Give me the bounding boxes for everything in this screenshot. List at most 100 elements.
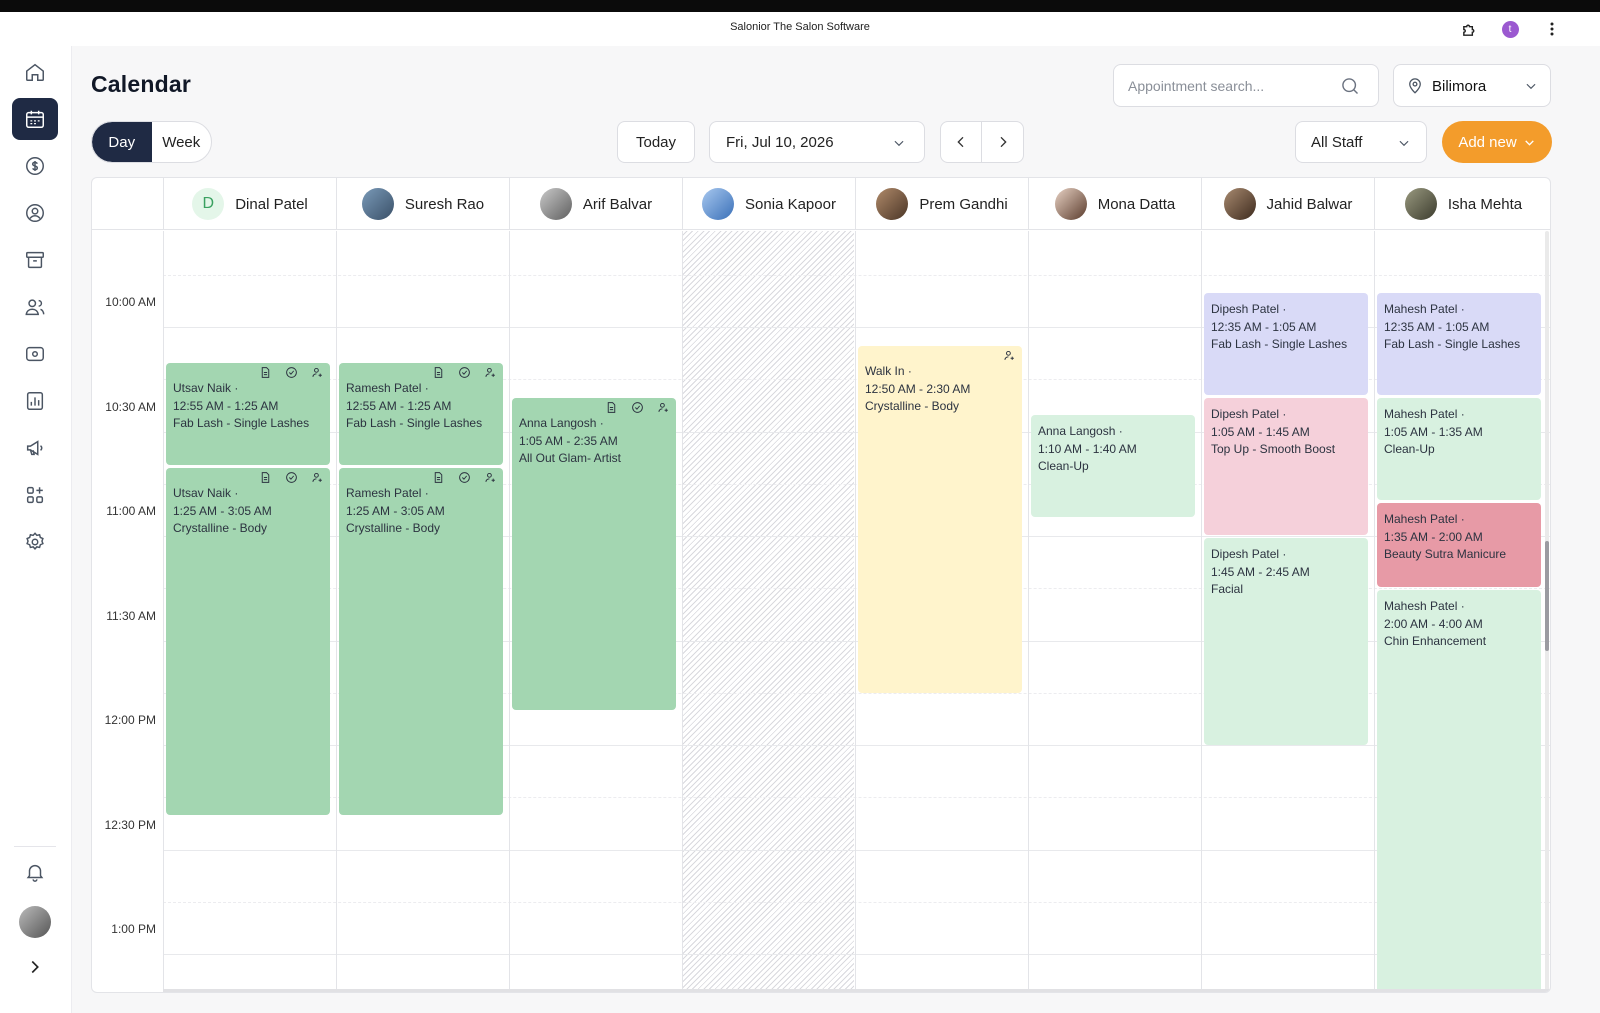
note-icon[interactable]: [259, 366, 272, 379]
appointment-service: Clean-Up: [1038, 459, 1089, 473]
archive-icon[interactable]: [12, 239, 58, 281]
settings-icon[interactable]: [12, 521, 58, 563]
dollar-icon[interactable]: [12, 145, 58, 187]
check-circle-icon[interactable]: [458, 366, 471, 379]
view-toggle: Day Week: [91, 121, 212, 163]
appointment-service: Fab Lash - Single Lashes: [1211, 337, 1348, 351]
previous-day-button[interactable]: [941, 122, 983, 162]
appointment-card[interactable]: Anna Langosh · 1:05 AM - 2:35 AM All Out…: [512, 398, 676, 710]
staff-header-mona-datta[interactable]: Mona Datta: [1028, 178, 1201, 230]
appointment-time: 1:05 AM - 2:35 AM: [519, 433, 618, 448]
column-divider: [1201, 231, 1202, 992]
more-menu-icon[interactable]: [1541, 18, 1563, 40]
staff-header-jahid-balwar[interactable]: Jahid Balwar: [1201, 178, 1374, 230]
view-week-button[interactable]: Week: [152, 122, 212, 162]
appointment-client: Ramesh Patel ·: [346, 381, 429, 395]
profile-avatar[interactable]: t: [1499, 18, 1521, 40]
appointment-card[interactable]: Ramesh Patel · 12:55 AM - 1:25 AM Fab La…: [339, 363, 503, 465]
appointment-card[interactable]: Utsav Naik · 1:25 AM - 3:05 AM Crystalli…: [166, 468, 330, 815]
time-label: 10:30 AM: [105, 400, 156, 414]
user-assign-icon[interactable]: [484, 471, 497, 484]
staff-filter[interactable]: All Staff: [1295, 121, 1427, 163]
user-assign-icon[interactable]: [1003, 349, 1016, 362]
staff-name: Suresh Rao: [404, 195, 485, 213]
time-label: 11:00 AM: [106, 504, 156, 518]
appointment-card[interactable]: Ramesh Patel · 1:25 AM - 3:05 AM Crystal…: [339, 468, 503, 815]
cash-icon[interactable]: [12, 333, 58, 375]
appointment-card[interactable]: Dipesh Patel · 12:35 AM - 1:05 AM Fab La…: [1204, 293, 1368, 395]
view-day-button[interactable]: Day: [92, 122, 152, 162]
reports-icon[interactable]: [12, 380, 58, 422]
user-assign-icon[interactable]: [311, 471, 324, 484]
extensions-icon[interactable]: [1458, 18, 1480, 40]
search-input[interactable]: [1128, 65, 1328, 106]
horizontal-scrollbar[interactable]: [163, 989, 1550, 992]
expand-chevron-icon[interactable]: [12, 946, 58, 988]
check-circle-icon[interactable]: [285, 471, 298, 484]
unavailable-column: [682, 231, 854, 992]
page-title: Calendar: [91, 71, 192, 97]
appointment-time: 1:25 AM - 3:05 AM: [173, 503, 272, 518]
staff-header-isha-mehta[interactable]: Isha Mehta: [1374, 178, 1550, 230]
appointment-card[interactable]: Mahesh Patel · 1:05 AM - 1:35 AM Clean-U…: [1377, 398, 1541, 500]
avatar: [361, 188, 394, 220]
avatar: [1404, 188, 1437, 220]
column-divider: [855, 231, 856, 992]
today-button[interactable]: Today: [617, 121, 695, 163]
appointment-time: 12:55 AM - 1:25 AM: [173, 398, 279, 413]
check-circle-icon[interactable]: [285, 366, 298, 379]
appointment-card[interactable]: Walk In · 12:50 AM - 2:30 AM Crystalline…: [858, 346, 1022, 693]
appointment-card[interactable]: Dipesh Patel · 1:05 AM - 1:45 AM Top Up …: [1204, 398, 1368, 535]
staff-filter-label: All Staff: [1311, 133, 1363, 151]
home-icon[interactable]: [12, 51, 58, 93]
note-icon[interactable]: [432, 366, 445, 379]
user-circle-icon[interactable]: [12, 192, 58, 234]
check-circle-icon[interactable]: [631, 401, 644, 414]
avatar: D: [192, 188, 225, 220]
avatar: [539, 188, 572, 220]
note-icon[interactable]: [259, 471, 272, 484]
appointment-card[interactable]: Anna Langosh · 1:10 AM - 1:40 AM Clean-U…: [1031, 415, 1195, 517]
appointment-search[interactable]: [1113, 64, 1379, 107]
calendar-grid: D Dinal Patel Suresh Rao Arif Balvar Son…: [91, 177, 1551, 993]
megaphone-icon[interactable]: [12, 427, 58, 469]
staff-header-prem-gandhi[interactable]: Prem Gandhi: [855, 178, 1028, 230]
location-select[interactable]: Bilimora: [1393, 64, 1551, 107]
user-assign-icon[interactable]: [484, 366, 497, 379]
appointment-actions: [432, 471, 497, 484]
staff-header-arif-balvar[interactable]: Arif Balvar: [509, 178, 682, 230]
staff-header-sonia-kapoor[interactable]: Sonia Kapoor: [682, 178, 855, 230]
appointment-card[interactable]: Dipesh Patel · 1:45 AM - 2:45 AM Facial: [1204, 538, 1368, 745]
staff-header-suresh-rao[interactable]: Suresh Rao: [336, 178, 509, 230]
appointment-service: Crystalline - Body: [865, 399, 960, 413]
apps-add-icon[interactable]: [12, 474, 58, 516]
note-icon[interactable]: [432, 471, 445, 484]
users-icon[interactable]: [12, 286, 58, 328]
note-icon[interactable]: [605, 401, 618, 414]
calendar-icon[interactable]: [12, 98, 58, 140]
appointment-service: Fab Lash - Single Lashes: [173, 416, 310, 430]
check-circle-icon[interactable]: [458, 471, 471, 484]
appointment-service: Crystalline - Body: [173, 521, 268, 535]
chevron-right-icon: [1000, 136, 1007, 148]
appointment-service: Beauty Sutra Manicure: [1384, 547, 1507, 561]
add-new-button[interactable]: Add new: [1442, 121, 1552, 163]
user-assign-icon[interactable]: [311, 366, 324, 379]
bell-icon[interactable]: [12, 851, 58, 893]
appointment-card[interactable]: Mahesh Patel · 12:35 AM - 1:05 AM Fab La…: [1377, 293, 1541, 395]
staff-header-row: D Dinal Patel Suresh Rao Arif Balvar Son…: [92, 178, 1550, 230]
staff-header-dinal-patel[interactable]: D Dinal Patel: [163, 178, 336, 230]
appointment-card[interactable]: Utsav Naik · 12:55 AM - 1:25 AM Fab Lash…: [166, 363, 330, 465]
vertical-scrollbar[interactable]: [1545, 231, 1549, 992]
user-assign-icon[interactable]: [657, 401, 670, 414]
appointment-time: 12:35 AM - 1:05 AM: [1384, 319, 1490, 334]
grid-line: [163, 850, 1550, 851]
appointment-client: Mahesh Patel ·: [1384, 512, 1465, 526]
next-day-button[interactable]: [982, 122, 1023, 162]
date-picker[interactable]: Fri, Jul 10, 2026: [709, 121, 925, 163]
appointment-card[interactable]: Mahesh Patel · 2:00 AM - 4:00 AM Chin En…: [1377, 590, 1541, 992]
appointment-card[interactable]: Mahesh Patel · 1:35 AM - 2:00 AM Beauty …: [1377, 503, 1541, 587]
scrollbar-thumb[interactable]: [1545, 541, 1549, 651]
avatar[interactable]: [19, 906, 51, 938]
search-icon[interactable]: [1340, 76, 1360, 101]
